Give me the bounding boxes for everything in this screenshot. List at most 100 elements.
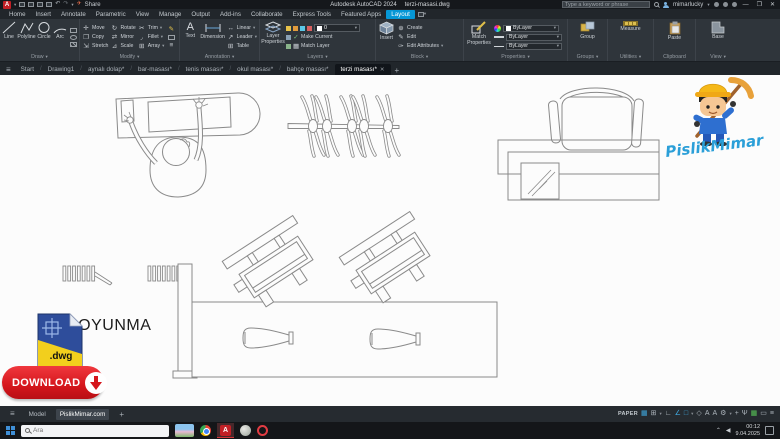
download-button[interactable]: DOWNLOAD bbox=[2, 366, 104, 399]
lineweight-dropdown[interactable]: ByLayer▾ bbox=[506, 34, 562, 41]
tab-output[interactable]: Output bbox=[186, 10, 215, 19]
file-tab-okul-masasi[interactable]: okul masası* bbox=[231, 64, 279, 75]
isodraft-icon[interactable]: ◇ bbox=[696, 410, 701, 418]
new-file-icon[interactable] bbox=[19, 2, 25, 7]
share-button[interactable]: Share bbox=[85, 2, 101, 8]
help-icon[interactable] bbox=[732, 2, 737, 7]
autocad-taskbar-icon-active[interactable]: A bbox=[217, 423, 234, 438]
explode-icon[interactable] bbox=[168, 35, 175, 40]
color-wheel-icon[interactable] bbox=[494, 25, 501, 32]
tool-edit-block[interactable]: Edit bbox=[397, 33, 443, 41]
tool-text[interactable]: A Text bbox=[182, 21, 199, 53]
erase-icon[interactable]: ✎ bbox=[167, 26, 175, 33]
file-tab-bahce-masasi[interactable]: bahçe masası* bbox=[281, 64, 335, 75]
tool-insert[interactable]: Insert bbox=[378, 21, 395, 53]
tab-collaborate[interactable]: Collaborate bbox=[246, 10, 288, 19]
tray-antenna-icon[interactable]: Ψ bbox=[742, 410, 748, 418]
taskbar-clock[interactable]: 00:12 9.04.2025 bbox=[736, 424, 760, 437]
tool-create-block[interactable]: Create bbox=[397, 24, 443, 32]
tool-array[interactable]: Array▾ bbox=[138, 42, 165, 50]
start-button-icon[interactable] bbox=[6, 426, 15, 435]
layer-on-icon[interactable] bbox=[286, 26, 291, 31]
file-tab-bar-masasi[interactable]: bar-masası* bbox=[132, 64, 178, 75]
file-tab-drawing1[interactable]: Drawing1 bbox=[42, 64, 81, 75]
tool-circle[interactable]: Circle bbox=[37, 21, 51, 53]
osnap-caret-icon[interactable]: ▾ bbox=[691, 411, 693, 417]
tab-home[interactable]: Home bbox=[4, 10, 31, 19]
layer-dropdown[interactable]: 0 ▾ bbox=[314, 24, 360, 32]
tab-insert[interactable]: Insert bbox=[31, 10, 56, 19]
groups-panel-title[interactable]: Groups▾ bbox=[570, 53, 605, 61]
taskbar-search-input[interactable] bbox=[33, 427, 143, 434]
app-icon[interactable] bbox=[240, 425, 251, 436]
layout-tab-active[interactable]: PislikMimar.com bbox=[56, 409, 109, 420]
tool-match-properties[interactable]: Match Properties bbox=[466, 21, 492, 53]
hidden-icons-chevron[interactable]: ⌃ bbox=[716, 427, 721, 434]
tool-layer-properties[interactable]: Layer Properties bbox=[262, 21, 284, 53]
tool-base[interactable]: Base bbox=[706, 21, 730, 53]
close-tab-icon[interactable]: ✕ bbox=[380, 67, 385, 73]
tab-annotate[interactable]: Annotate bbox=[56, 10, 91, 19]
clean-screen-icon[interactable]: ▭ bbox=[760, 410, 767, 418]
block-panel-title[interactable]: Block▾ bbox=[378, 53, 461, 61]
plot-icon[interactable] bbox=[46, 2, 52, 7]
opera-icon[interactable] bbox=[257, 425, 268, 436]
clipboard-panel-title[interactable]: Clipboard bbox=[656, 53, 693, 61]
minimize-button[interactable]: — bbox=[741, 2, 751, 8]
tool-copy[interactable]: Copy bbox=[82, 33, 108, 41]
tab-express-tools[interactable]: Express Tools bbox=[288, 10, 336, 19]
file-tab-aynali-dolap[interactable]: aynalı dolap* bbox=[82, 64, 130, 75]
tab-parametric[interactable]: Parametric bbox=[91, 10, 131, 19]
user-menu-caret-icon[interactable]: ▾ bbox=[707, 2, 709, 8]
object-color-dropdown[interactable]: ByLayer▾ bbox=[503, 25, 559, 32]
hatch-tool-icon[interactable] bbox=[70, 42, 77, 47]
tool-match-layer[interactable]: Match Layer bbox=[286, 42, 373, 50]
quick-properties-icon[interactable]: + bbox=[735, 410, 739, 418]
new-drawing-tab-button[interactable]: + bbox=[391, 66, 404, 75]
tool-line[interactable]: Line bbox=[2, 21, 16, 53]
tool-fillet[interactable]: Fillet▾ bbox=[138, 33, 165, 41]
grid-toggle-icon[interactable]: ▦ bbox=[641, 410, 648, 418]
chrome-icon[interactable] bbox=[200, 425, 211, 436]
tool-mirror[interactable]: Mirror bbox=[110, 33, 135, 41]
rectangle-tool-icon[interactable] bbox=[70, 28, 77, 33]
annotation-visibility-icon[interactable]: A bbox=[705, 410, 710, 418]
tool-polyline[interactable]: Polyline bbox=[18, 21, 35, 53]
layers-panel-title[interactable]: Layers▾ bbox=[262, 53, 373, 61]
ortho-toggle-icon[interactable]: ∟ bbox=[665, 410, 672, 418]
tool-move[interactable]: Move bbox=[82, 24, 108, 32]
tab-manage[interactable]: Manage bbox=[154, 10, 186, 19]
user-name[interactable]: mimarlucky bbox=[673, 2, 703, 8]
view-panel-title[interactable]: View▾ bbox=[698, 53, 738, 61]
tool-leader[interactable]: Leader▾ bbox=[227, 33, 257, 41]
tool-dimension[interactable]: Dimension bbox=[201, 21, 225, 53]
annotation-scale-icon[interactable]: A bbox=[712, 410, 717, 418]
autodesk-app-icon[interactable] bbox=[723, 2, 728, 7]
space-mode-label[interactable]: PAPER bbox=[618, 411, 638, 417]
workspace-gear-icon[interactable]: ⚙ bbox=[720, 410, 726, 418]
layout-menu-icon[interactable]: ≡ bbox=[6, 409, 19, 419]
annotation-panel-title[interactable]: Annotation▾ bbox=[182, 53, 257, 61]
tool-rotate[interactable]: Rotate bbox=[110, 24, 135, 32]
help-search-input[interactable] bbox=[562, 1, 650, 8]
save-icon[interactable] bbox=[37, 2, 43, 7]
tab-addins[interactable]: Add-ins bbox=[215, 10, 246, 19]
tool-scale[interactable]: Scale bbox=[110, 42, 135, 50]
notification-center-icon[interactable] bbox=[765, 426, 774, 435]
hardware-accel-icon[interactable]: ▦ bbox=[751, 410, 758, 418]
qat-customize-caret-icon[interactable]: ▾ bbox=[71, 2, 73, 8]
close-button[interactable]: ✕ bbox=[768, 1, 777, 8]
layer-isolate-icon[interactable] bbox=[307, 26, 312, 31]
layer-lock-icon[interactable] bbox=[300, 26, 305, 31]
redo-icon[interactable]: ↷ bbox=[63, 1, 68, 8]
snap-caret-icon[interactable]: ▾ bbox=[660, 411, 662, 417]
widgets-weather-icon[interactable] bbox=[175, 424, 194, 437]
draw-panel-title[interactable]: Draw▾ bbox=[2, 53, 77, 61]
open-file-icon[interactable] bbox=[28, 2, 34, 7]
customization-menu-icon[interactable]: ≡ bbox=[770, 410, 774, 418]
tab-layout[interactable]: Layout bbox=[386, 10, 415, 19]
tab-featured-apps[interactable]: Featured Apps bbox=[336, 10, 386, 19]
tool-table[interactable]: Table bbox=[227, 42, 257, 50]
tool-paste[interactable]: Paste bbox=[663, 21, 687, 53]
modify-panel-title[interactable]: Modify▾ bbox=[82, 53, 177, 61]
